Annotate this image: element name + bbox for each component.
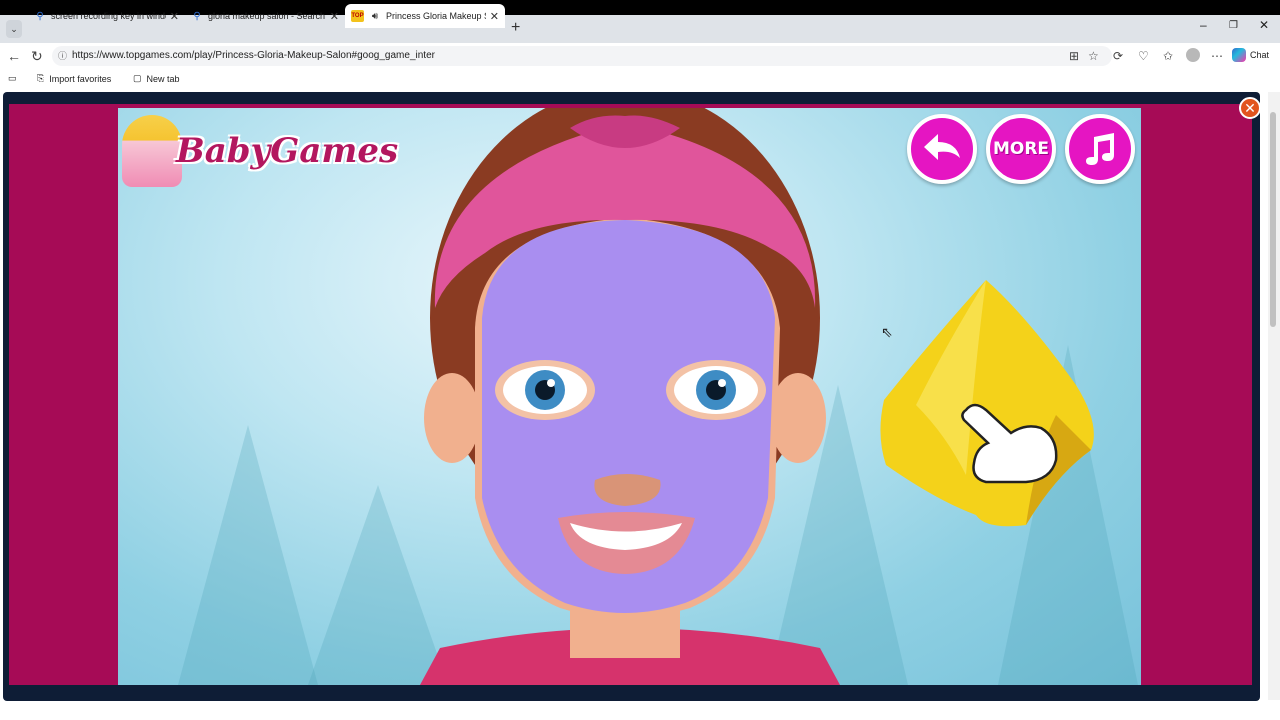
favorites-bar [0,69,1280,92]
window-close-icon[interactable]: ✕ [1259,18,1269,32]
music-button[interactable] [1065,114,1135,184]
close-tab-icon[interactable]: ✕ [170,10,179,23]
page-icon: ▢ [133,73,142,83]
character-face-svg [420,88,840,685]
app-available-icon[interactable]: ⊞ [1069,49,1079,63]
tab-actions-menu[interactable]: ⌄ [6,20,22,38]
tab-gloria-search[interactable]: ⚲ gloria makeup salon - Search ✕ [185,4,345,28]
refresh-icon[interactable]: ↻ [31,48,43,65]
logo-text: BabyGames [176,131,399,171]
import-icon: ⎘ [37,73,45,83]
chat-label: Chat [1250,50,1270,60]
left-eye-glint [547,379,555,387]
right-ear [770,373,826,463]
back-button[interactable] [907,114,977,184]
left-ear [424,373,480,463]
topgames-favicon: TOP [351,10,364,22]
favorites-bar-toggle-icon[interactable]: ▭ [8,73,17,84]
url-text: https://www.topgames.com/play/Princess-G… [72,50,435,61]
chat-button[interactable]: Chat [1232,48,1269,62]
tab-princess-gloria[interactable]: TOP 🔊︎ Princess Gloria Makeup Salon ✕ [345,4,505,28]
right-eye-glint [718,379,726,387]
tab-screen-recording[interactable]: ⚲ screen recording key in windows ✕ [28,4,185,28]
search-icon: ⚲ [193,10,201,22]
game-close-button[interactable]: ✕ [1239,97,1261,119]
tab-title: Princess Gloria Makeup Salon [386,11,486,21]
babygames-logo[interactable]: BabyGames [122,115,398,187]
tab-title: gloria makeup salon - Search [208,11,326,21]
more-options-icon[interactable]: ⋯ [1211,49,1223,63]
hand-shape [961,403,1058,484]
profile-avatar[interactable] [1186,48,1200,62]
new-tab-icon[interactable]: + [511,19,520,37]
favorite-label: New tab [146,73,180,84]
close-tab-icon[interactable]: ✕ [490,10,499,23]
site-info-icon[interactable]: ⓘ [58,46,67,66]
copilot-icon [1232,48,1246,62]
more-button[interactable]: MORE [986,114,1056,184]
favorite-import[interactable]: ⎘ Import favorites [37,73,111,84]
tab-title: screen recording key in windows [51,11,166,21]
extensions-icon[interactable]: ⟳ [1113,49,1123,63]
scrollbar-thumb[interactable] [1270,112,1276,327]
minimize-icon[interactable]: – [1200,18,1207,32]
character [420,88,840,685]
princess-mascot [122,115,182,187]
favorite-label: Import favorites [49,73,112,84]
url-field[interactable]: ⓘ https://www.topgames.com/play/Princess… [52,46,1112,66]
background-tree [178,425,318,685]
restore-icon[interactable]: ❐ [1229,20,1238,31]
favorites-icon[interactable]: ✩ [1163,49,1173,63]
browser-essentials-icon[interactable]: ♡ [1138,49,1149,63]
speaker-icon[interactable]: 🔊︎ [369,10,381,22]
mouse-cursor-icon: ⇖ [881,324,893,340]
pointer-hand [956,398,1066,488]
close-tab-icon[interactable]: ✕ [330,10,339,23]
music-note-icon [1086,133,1114,165]
back-icon[interactable]: ← [7,48,21,64]
favorite-new-tab[interactable]: ▢ New tab [133,73,180,84]
back-arrow-icon [924,134,960,160]
favorite-star-icon[interactable]: ☆ [1088,49,1099,63]
hand-icon [961,403,1058,484]
search-icon: ⚲ [36,10,44,22]
more-label: MORE [992,139,1050,159]
